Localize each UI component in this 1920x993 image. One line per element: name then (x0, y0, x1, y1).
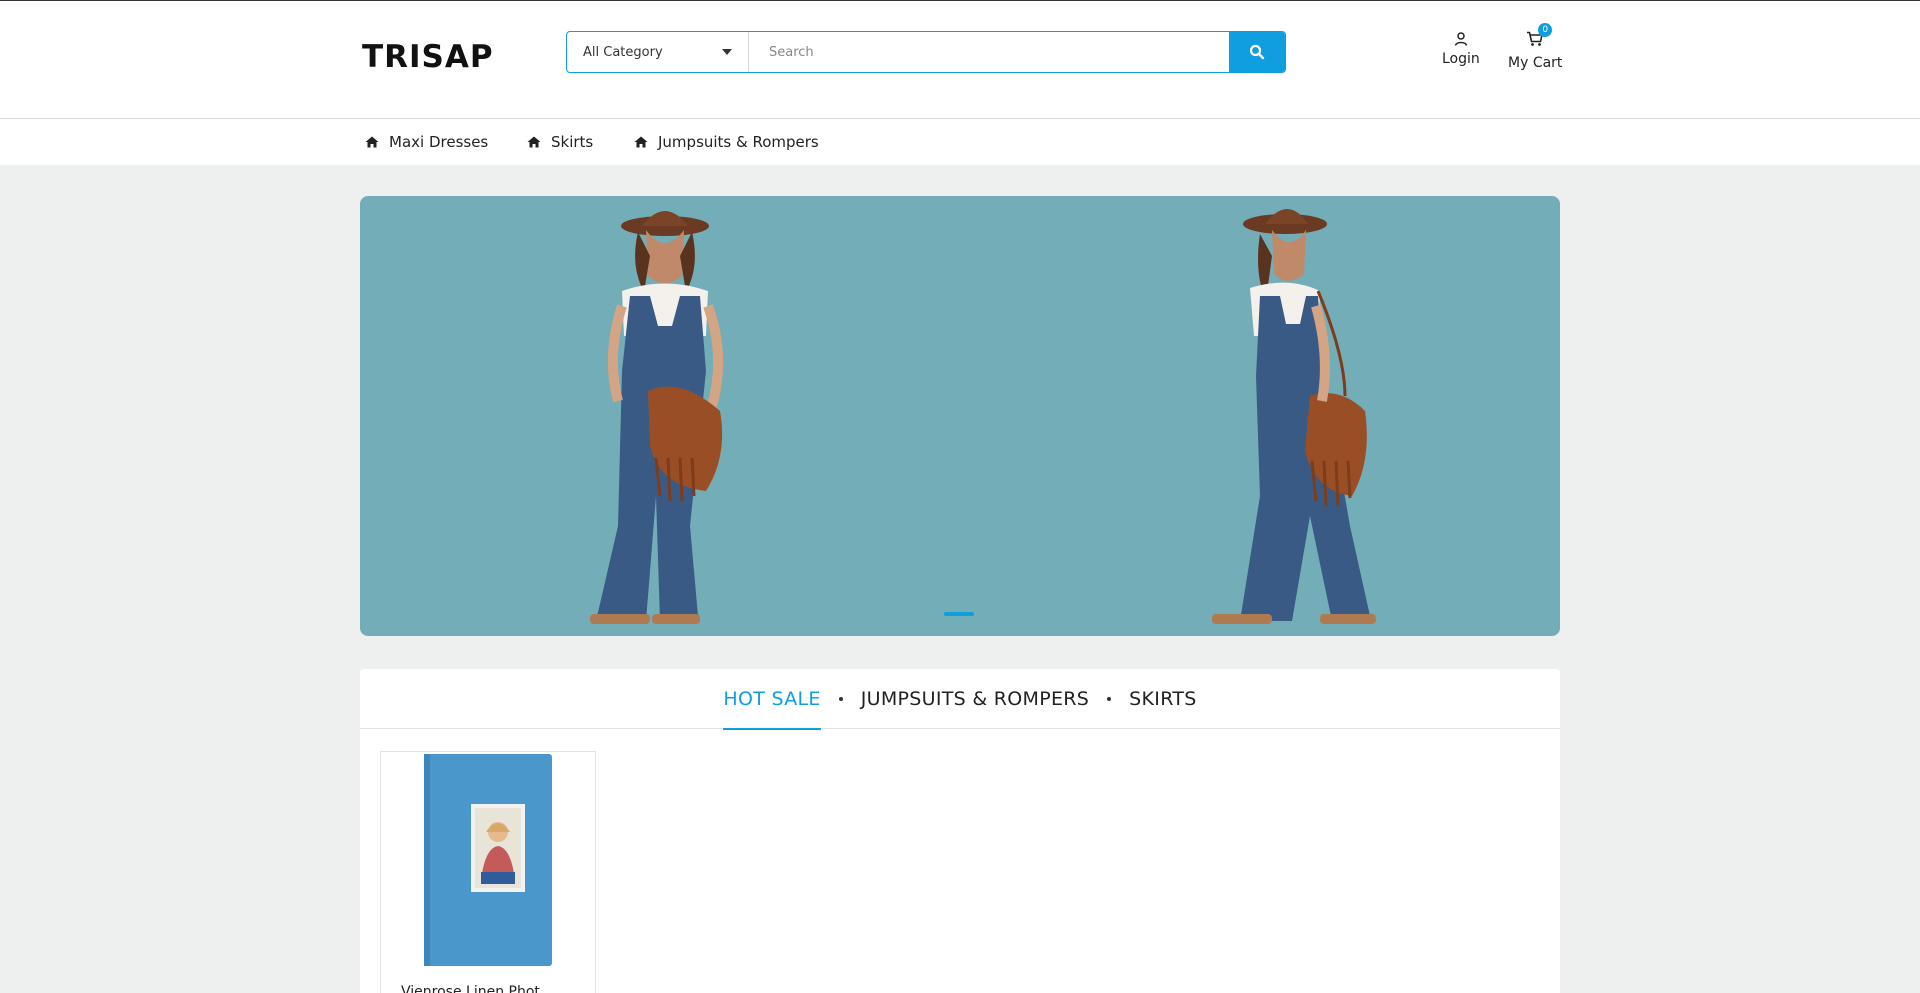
banner-model-side-image (1212, 209, 1376, 624)
product-tabs: HOT SALE JUMPSUITS & ROMPERS SKIRTS (360, 669, 1560, 730)
search-button[interactable] (1229, 32, 1285, 72)
login-label: Login (1442, 51, 1480, 67)
search-bar: All Category (566, 31, 1286, 73)
product-card[interactable]: Vienrose Linen Phot (380, 751, 596, 993)
product-title: Vienrose Linen Phot (401, 984, 540, 993)
product-section: HOT SALE JUMPSUITS & ROMPERS SKIRTS Vien… (360, 669, 1560, 993)
nav-item-label: Jumpsuits & Rompers (658, 133, 819, 151)
cart-link[interactable]: 0 My Cart (1508, 23, 1563, 71)
tab-separator (838, 696, 843, 701)
cart-icon-wrap: 0 (1526, 23, 1553, 55)
caret-down-icon (722, 49, 732, 55)
nav-item-label: Maxi Dresses (389, 133, 489, 151)
login-link[interactable]: Login (1442, 31, 1480, 67)
nav-item-skirts[interactable]: Skirts (527, 119, 593, 165)
home-icon (634, 136, 648, 148)
category-select-label: All Category (583, 44, 663, 60)
product-image (424, 754, 552, 966)
category-nav: Maxi Dresses Skirts Jumpsuits & Rompers (0, 119, 1920, 165)
site-logo[interactable]: TRISAP (362, 39, 494, 75)
nav-item-label: Skirts (551, 133, 594, 151)
category-select[interactable]: All Category (567, 32, 749, 72)
home-icon (365, 136, 379, 148)
header: TRISAP All Category Login 0 (0, 1, 1920, 119)
nav-item-maxi-dresses[interactable]: Maxi Dresses (365, 119, 488, 165)
user-icon (1454, 32, 1468, 46)
cart-label: My Cart (1508, 55, 1563, 71)
hero-banner[interactable] (360, 196, 1560, 636)
search-input[interactable] (749, 32, 1229, 72)
nav-item-jumpsuits-rompers[interactable]: Jumpsuits & Rompers (634, 119, 819, 165)
home-icon (527, 136, 541, 148)
cart-count-badge: 0 (1538, 23, 1553, 37)
tab-jumpsuits-rompers[interactable]: JUMPSUITS & ROMPERS (861, 669, 1089, 729)
search-icon (1249, 44, 1265, 60)
tab-skirts[interactable]: SKIRTS (1129, 669, 1196, 729)
tab-separator (1107, 696, 1112, 701)
carousel-indicator[interactable] (944, 612, 974, 616)
tab-hot-sale[interactable]: HOT SALE (723, 669, 822, 730)
